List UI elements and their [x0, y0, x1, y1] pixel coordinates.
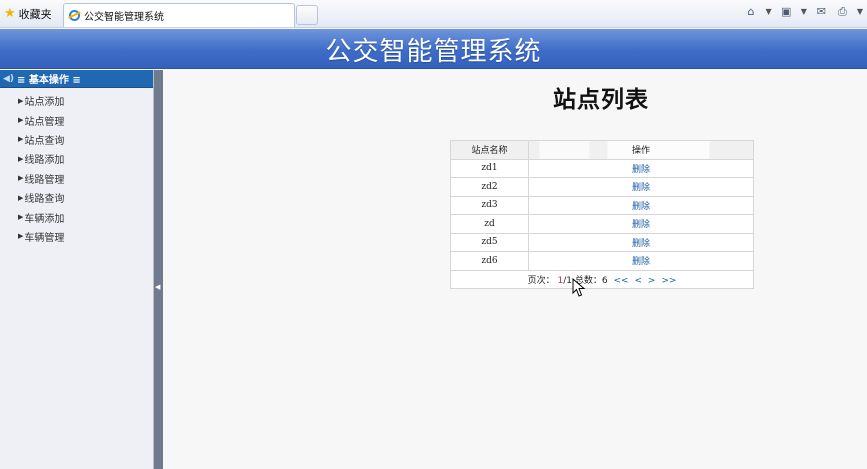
station-name-cell: zd6 — [450, 251, 529, 271]
favorites-label: 收藏夹 — [18, 8, 52, 21]
sidebar-item-label: 站点添加 — [24, 97, 65, 109]
favorites-button[interactable]: ★ 收藏夹 — [4, 6, 52, 22]
table-header-row: 站点名称 操作 — [450, 140, 754, 160]
action-cell: 删除 — [528, 251, 754, 271]
new-tab-button[interactable] — [296, 5, 318, 25]
triangle-right-icon: ▶ — [18, 116, 24, 125]
table-row: zd6 删除 — [450, 251, 754, 271]
chevron-down-icon[interactable]: ▼ — [766, 7, 772, 16]
station-name-cell: zd1 — [450, 158, 529, 178]
triangle-right-icon: ▶ — [18, 232, 24, 241]
pager: 页次： 1/1 总数：6 << < > >> — [450, 269, 754, 289]
column-header-station-name: 站点名称 — [450, 140, 529, 160]
station-name-cell: zd3 — [450, 195, 529, 215]
next-page-link[interactable]: > — [648, 276, 656, 286]
app-window: ★ 收藏夹 公交智能管理系统 ⌂ ▼ ▣ ▼ ✉ ⎙ ▼ 公交智能管理系统 ◀) ≡ … — [0, 0, 867, 469]
sidebar-menu: ▶ 站点添加 ▶ 站点管理 ▶ 站点查询 ▶ 线路添加 ▶ 线路管理 ▶ 线路查询 ▶ 车辆添… — [0, 88, 153, 246]
sidebar-section-title: ≡ 基本操作 ≡ — [17, 75, 81, 86]
print-icon[interactable]: ⎙ — [836, 5, 849, 18]
sidebar-item-station-add[interactable]: ▶ 站点添加 — [0, 91, 153, 110]
station-name-cell: zd5 — [450, 232, 529, 252]
delete-link[interactable]: 删除 — [632, 257, 650, 267]
pager-row: 页次： 1/1 总数：6 << < > >> — [450, 269, 754, 289]
action-cell: 删除 — [528, 232, 754, 252]
triangle-right-icon: ▶ — [18, 213, 24, 222]
total-count: 6 — [601, 275, 608, 286]
sidebar-item-label: 线路管理 — [24, 174, 65, 186]
sidebar-item-vehicle-add[interactable]: ▶ 车辆添加 — [0, 207, 153, 226]
triangle-right-icon: ▶ — [18, 193, 24, 202]
triangle-right-icon: ▶ — [18, 96, 24, 105]
table-row: zd1 删除 — [450, 158, 754, 178]
table-row: zd 删除 — [450, 214, 754, 234]
sidebar-section-header[interactable]: ◀) ≡ 基本操作 ≡ — [0, 70, 153, 88]
sidebar-item-vehicle-manage[interactable]: ▶ 车辆管理 — [0, 227, 153, 246]
prev-page-link[interactable]: < — [634, 276, 642, 286]
sidebar-item-station-manage[interactable]: ▶ 站点管理 — [0, 110, 153, 129]
triangle-right-icon: ▶ — [18, 174, 24, 183]
ie-logo-icon — [69, 10, 80, 21]
sidebar-item-route-query[interactable]: ▶ 线路查询 — [0, 188, 153, 207]
sidebar-item-station-query[interactable]: ▶ 站点查询 — [0, 130, 153, 149]
sidebar-item-label: 线路添加 — [24, 155, 65, 167]
action-cell: 删除 — [528, 195, 754, 215]
station-table: 站点名称 操作 zd1 删除 zd2 删除 zd3 删除 zd 删除 zd5 删… — [450, 140, 754, 289]
mouse-cursor-icon — [572, 278, 586, 297]
sidebar: ◀) ≡ 基本操作 ≡ ▶ 站点添加 ▶ 站点管理 ▶ 站点查询 ▶ 线路添加 ▶ 线路管… — [0, 70, 154, 469]
browser-tab[interactable]: 公交智能管理系统 — [63, 3, 295, 27]
collapse-arrow-icon[interactable]: ◀ — [155, 282, 160, 292]
sidebar-splitter[interactable]: ◀ — [154, 70, 163, 469]
triangle-right-icon: ▶ — [18, 135, 24, 144]
sidebar-item-label: 站点管理 — [24, 116, 65, 128]
delete-link[interactable]: 删除 — [632, 165, 650, 175]
browser-tab-title: 公交智能管理系统 — [84, 12, 164, 23]
table-row: zd3 删除 — [450, 195, 754, 215]
action-cell: 删除 — [528, 214, 754, 234]
star-icon: ★ — [4, 6, 16, 21]
command-bar: ⌂ ▼ ▣ ▼ ✉ ⎙ ▼ — [745, 5, 863, 18]
speaker-icon: ◀) — [3, 73, 15, 84]
table-row: zd5 删除 — [450, 232, 754, 252]
mail-icon[interactable]: ✉ — [815, 5, 828, 18]
delete-link[interactable]: 删除 — [632, 202, 650, 212]
sidebar-item-label: 线路查询 — [24, 194, 65, 206]
last-page-link[interactable]: >> — [661, 276, 676, 286]
browser-toolbar: ★ 收藏夹 公交智能管理系统 ⌂ ▼ ▣ ▼ ✉ ⎙ ▼ — [0, 0, 867, 28]
first-page-link[interactable]: << — [614, 276, 629, 286]
sidebar-item-label: 车辆管理 — [24, 232, 65, 244]
page-title: 站点列表 — [553, 87, 649, 113]
station-name-cell: zd — [450, 214, 529, 234]
action-cell: 删除 — [528, 158, 754, 178]
triangle-right-icon: ▶ — [18, 154, 24, 163]
delete-link[interactable]: 删除 — [632, 220, 650, 230]
feeds-icon[interactable]: ▣ — [780, 5, 793, 18]
home-icon[interactable]: ⌂ — [745, 5, 758, 18]
station-name-cell: zd2 — [450, 177, 529, 197]
table-row: zd2 删除 — [450, 177, 754, 197]
column-header-action: 操作 — [528, 140, 754, 160]
sidebar-item-route-add[interactable]: ▶ 线路添加 — [0, 149, 153, 168]
main-content: 站点列表 站点名称 操作 zd1 删除 zd2 删除 zd3 删除 zd 删除 … — [163, 70, 867, 469]
page-label: 页次： — [527, 275, 555, 286]
sidebar-item-label: 站点查询 — [24, 135, 65, 147]
header-banner: 公交智能管理系统 — [0, 29, 867, 69]
action-cell: 删除 — [528, 177, 754, 197]
delete-link[interactable]: 删除 — [632, 239, 650, 249]
chevron-down-icon[interactable]: ▼ — [801, 7, 807, 16]
sidebar-item-label: 车辆添加 — [24, 213, 65, 225]
sidebar-item-route-manage[interactable]: ▶ 线路管理 — [0, 169, 153, 188]
delete-link[interactable]: 删除 — [632, 183, 650, 193]
chevron-down-icon[interactable]: ▼ — [857, 7, 863, 16]
app-title: 公交智能管理系统 — [325, 37, 542, 67]
